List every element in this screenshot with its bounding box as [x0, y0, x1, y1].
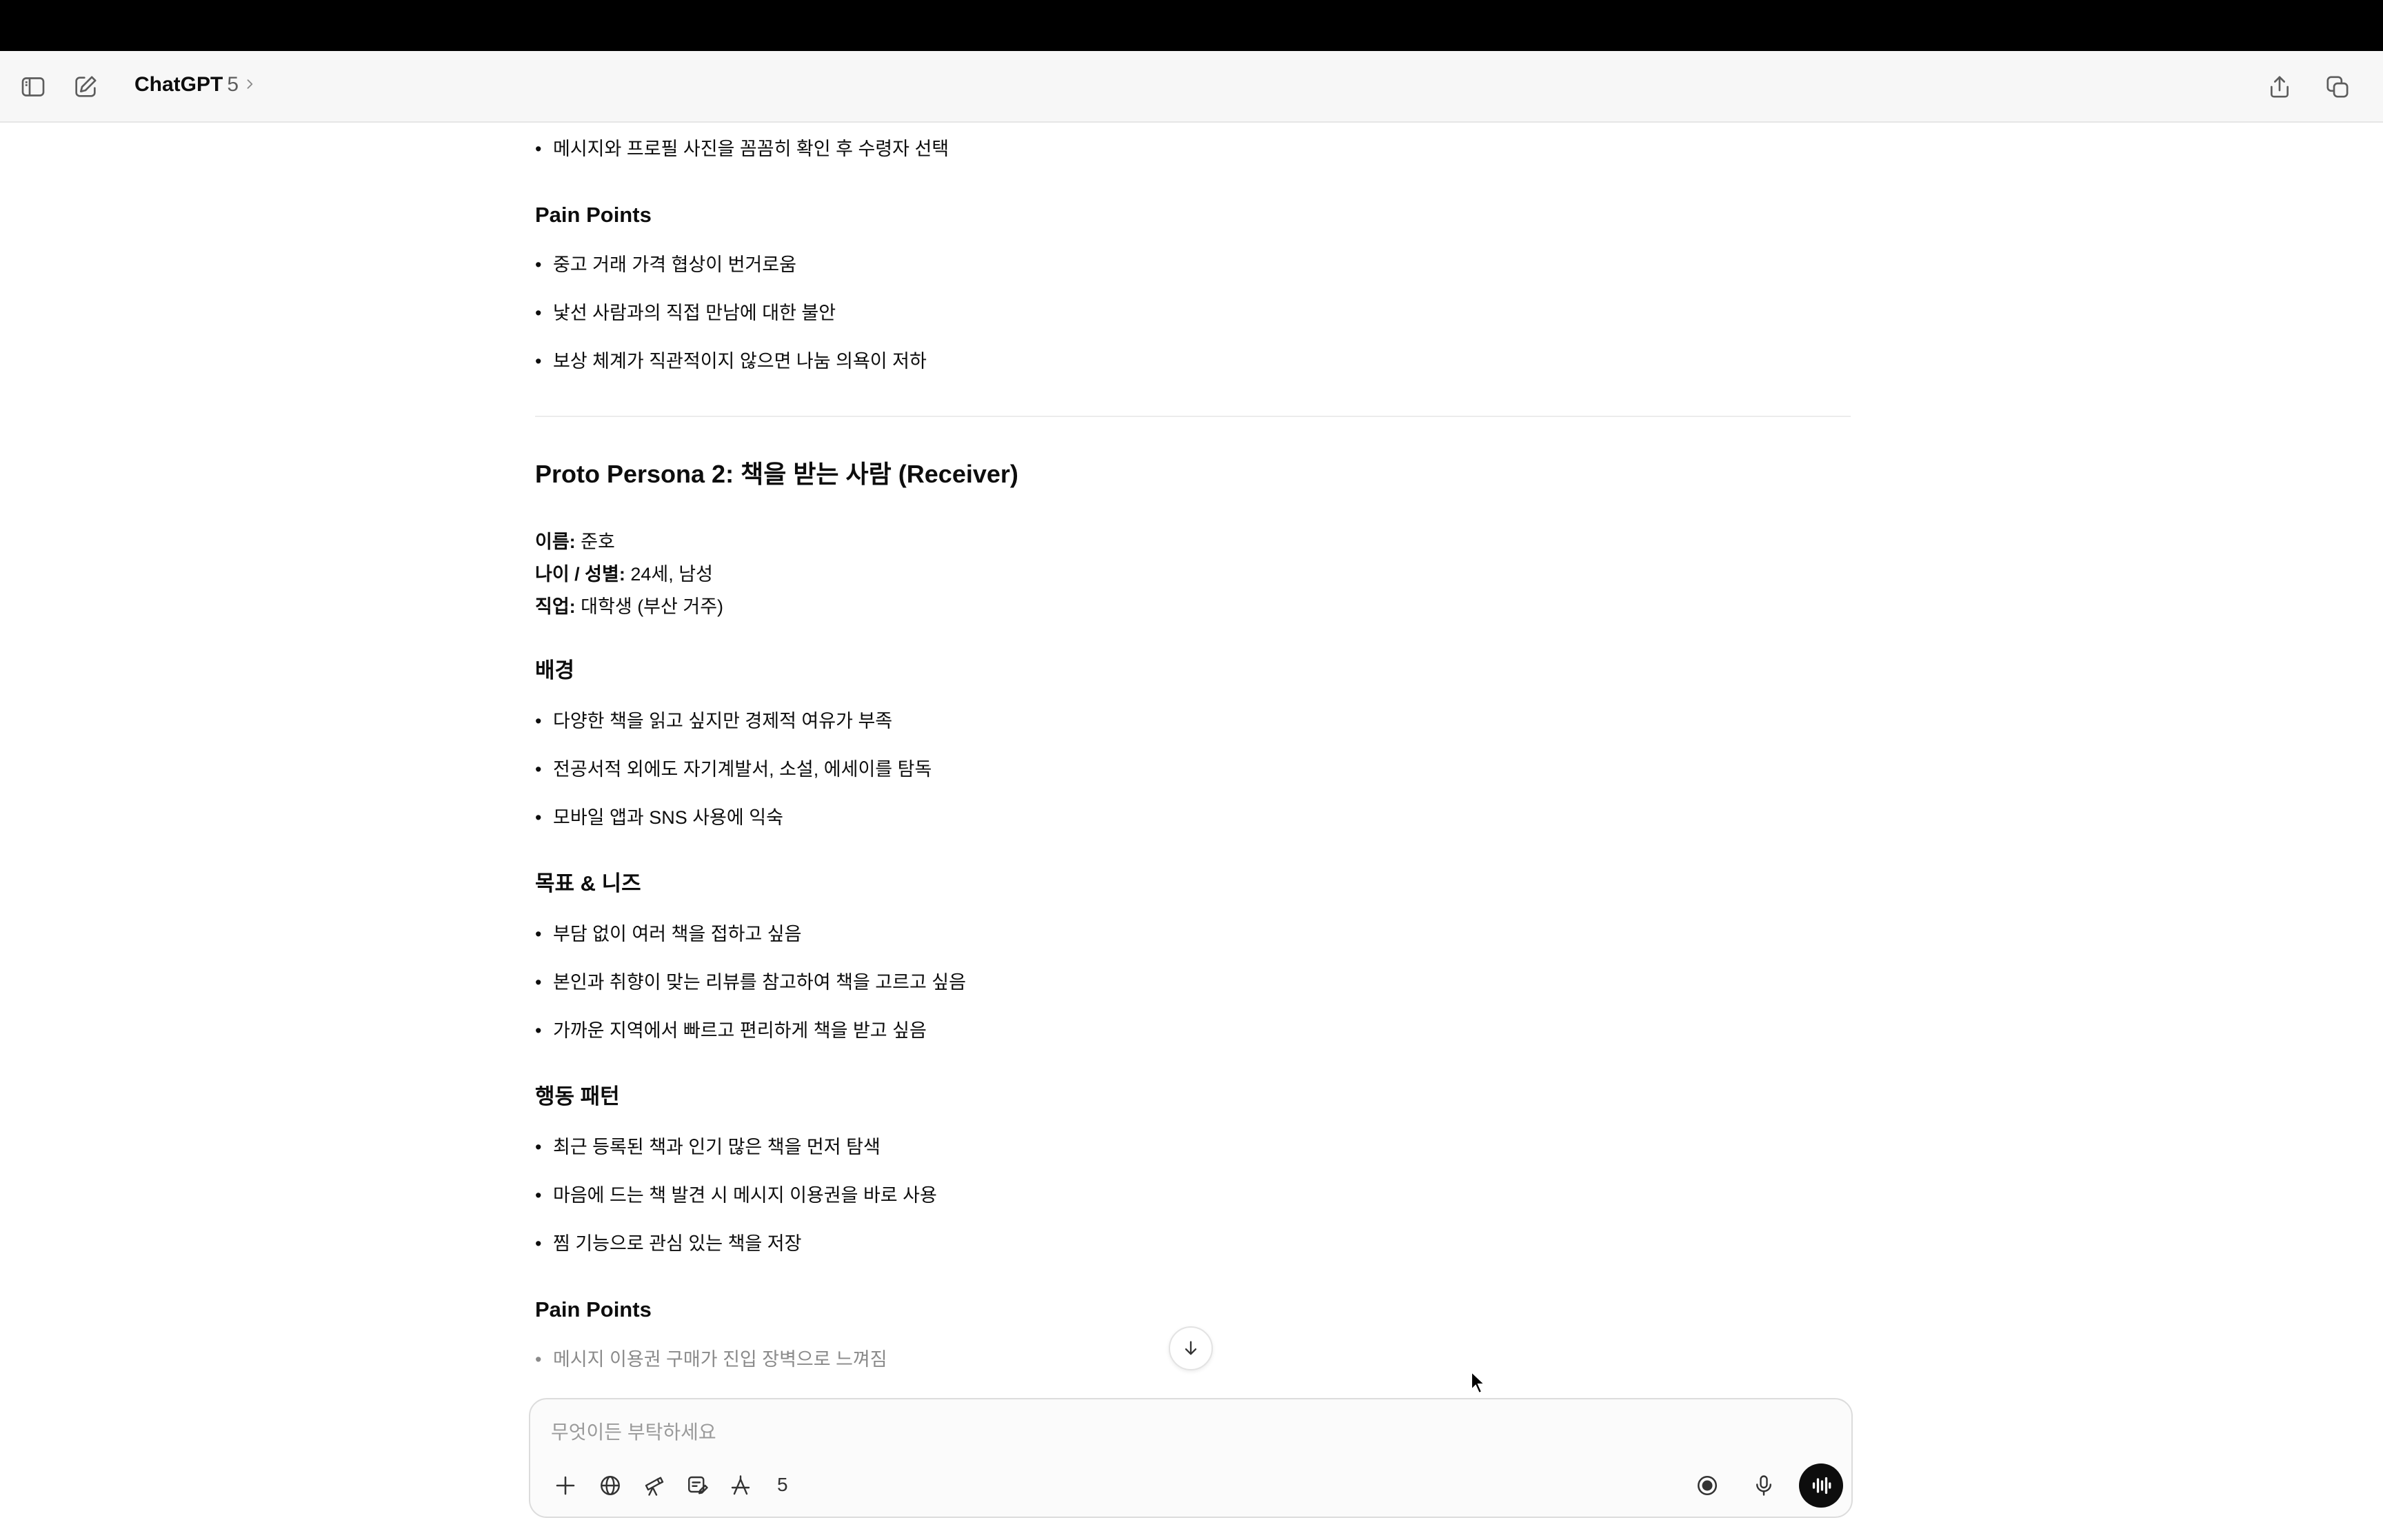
system-top-bar: [0, 0, 2383, 51]
model-version: 5: [227, 73, 239, 96]
prompt-input[interactable]: [551, 1419, 1792, 1446]
persona-name: 이름: 준호: [535, 531, 615, 552]
add-attachment-icon[interactable]: [548, 1468, 583, 1503]
voice-mode-button[interactable]: [1799, 1463, 1843, 1508]
arrow-down-icon: [1185, 1341, 1197, 1355]
section-heading: 목표 & 니즈: [535, 871, 641, 895]
chevron-right-icon: [243, 73, 257, 97]
section-heading: 행동 패턴: [535, 1084, 620, 1108]
canvas-icon[interactable]: [681, 1468, 715, 1503]
list-item: • 찜 기능으로 관심 있는 책을 저장: [535, 1233, 802, 1254]
voice-waveform-icon: [1812, 1477, 1831, 1495]
section-heading: Pain Points: [535, 1297, 652, 1321]
microphone-icon[interactable]: [1747, 1468, 1781, 1503]
list-item: • 전공서적 외에도 자기계발서, 소설, 에세이를 탐독: [535, 759, 932, 780]
tools-icon[interactable]: [723, 1468, 758, 1503]
list-item: • 중고 거래 가격 협상이 번거로움: [535, 254, 796, 275]
list-item: • 보상 체계가 직관적이지 않으면 나눔 의욕이 저하: [535, 351, 927, 372]
scroll-to-bottom-button[interactable]: [1169, 1326, 1213, 1370]
tool-count: 5: [777, 1474, 788, 1495]
list-item: • 마음에 드는 책 발견 시 메시지 이용권을 바로 사용: [535, 1185, 937, 1206]
section-heading: Pain Points: [535, 203, 652, 227]
model-selector-button[interactable]: ChatGPT 5: [134, 73, 257, 97]
model-name: ChatGPT: [134, 73, 223, 96]
list-item: • 낯선 사람과의 직접 만남에 대한 불안: [535, 303, 836, 323]
list-item: • 가까운 지역에서 빠르고 편리하게 책을 받고 싶음: [535, 1020, 927, 1041]
share-icon[interactable]: [2262, 69, 2297, 105]
telescope-icon[interactable]: [637, 1468, 672, 1503]
list-item: • 다양한 책을 읽고 싶지만 경제적 여유가 부족: [535, 711, 893, 731]
record-icon[interactable]: [1690, 1468, 1725, 1503]
list-item: • 부담 없이 여러 책을 접하고 싶음: [535, 924, 802, 944]
persona-title: Proto Persona 2: 책을 받는 사람 (Receiver): [535, 460, 1018, 488]
chat-message-content: • 메시지와 프로필 사진을 꼼꼼히 확인 후 수령자 선택 Pain Point…: [535, 123, 1851, 1398]
list-item: • 모바일 앱과 SNS 사용에 익숙: [535, 807, 783, 828]
new-chat-icon[interactable]: [68, 69, 103, 105]
list-item: • 최근 등록된 책과 인기 많은 책을 먼저 탐색: [535, 1137, 881, 1157]
list-item: • 메시지 이용권 구매가 진입 장벽으로 느껴짐: [535, 1349, 887, 1370]
list-item: • 본인과 취향이 맞는 리뷰를 참고하여 책을 고르고 싶음: [535, 972, 966, 993]
temporary-chat-icon[interactable]: [2320, 69, 2355, 105]
section-heading: 배경: [535, 658, 575, 682]
message-composer: 5: [529, 1398, 1853, 1518]
section-divider: [535, 416, 1851, 417]
mouse-cursor-icon: [1471, 1370, 1487, 1395]
persona-age-gender: 나이 / 성별: 24세, 남성: [535, 564, 713, 585]
globe-icon[interactable]: [593, 1468, 627, 1503]
list-item: • 메시지와 프로필 사진을 꼼꼼히 확인 후 수령자 선택: [535, 139, 949, 159]
sidebar-toggle-icon[interactable]: [15, 69, 51, 105]
persona-job: 직업: 대학생 (부산 거주): [535, 596, 724, 617]
app-header: ChatGPT 5: [0, 51, 2383, 123]
